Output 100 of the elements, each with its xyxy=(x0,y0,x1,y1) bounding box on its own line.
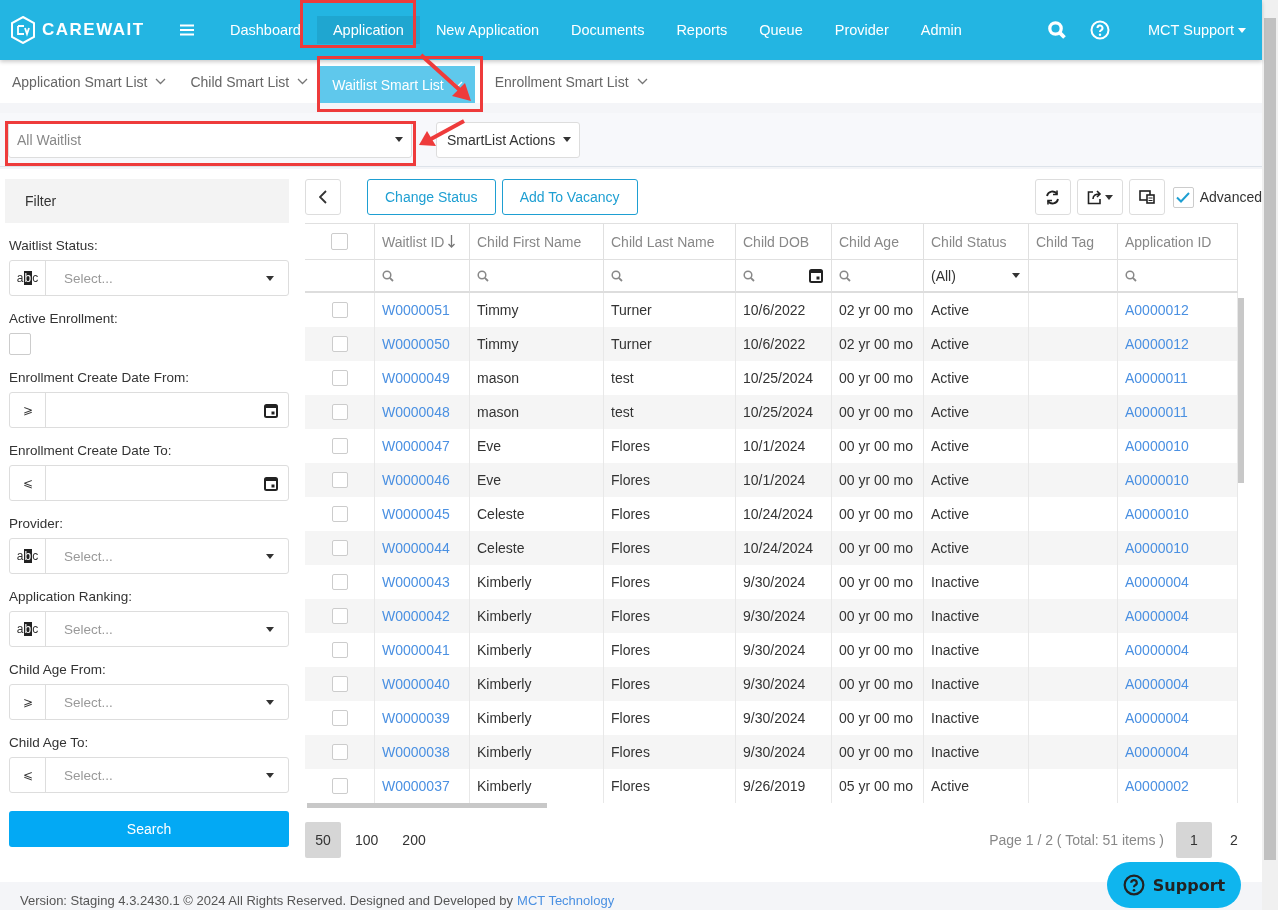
row-checkbox[interactable] xyxy=(331,642,348,658)
smart-list-tab[interactable]: Application Smart List xyxy=(0,60,179,103)
id-link[interactable]: A0000011 xyxy=(1125,404,1188,420)
id-link[interactable]: W0000041 xyxy=(382,642,450,658)
comparison-operator: ⩾ xyxy=(10,685,46,719)
column-header[interactable]: Child Tag xyxy=(1029,223,1118,259)
row-checkbox[interactable] xyxy=(331,676,348,692)
nav-link[interactable]: New Application xyxy=(419,16,556,44)
id-link[interactable]: W0000037 xyxy=(382,778,450,794)
row-checkbox[interactable] xyxy=(331,710,348,726)
id-link[interactable]: A0000010 xyxy=(1125,506,1189,522)
select-all-checkbox[interactable] xyxy=(331,233,348,250)
id-link[interactable]: W0000043 xyxy=(382,574,450,590)
id-link[interactable]: A0000012 xyxy=(1125,302,1189,318)
id-link[interactable]: W0000045 xyxy=(382,506,450,522)
row-checkbox[interactable] xyxy=(331,438,348,454)
nav-link[interactable]: Documents xyxy=(555,16,661,44)
action-button[interactable]: Add To Vacancy xyxy=(501,179,638,215)
id-link[interactable]: A0000004 xyxy=(1125,710,1189,726)
id-link[interactable]: W0000042 xyxy=(382,608,450,624)
select-field[interactable]: ⩽ Select... xyxy=(9,757,289,793)
row-checkbox[interactable] xyxy=(331,744,348,760)
id-link[interactable]: A0000010 xyxy=(1125,540,1189,556)
column-header[interactable]: Child Status xyxy=(924,223,1029,259)
page-button[interactable]: 2 xyxy=(1216,822,1252,858)
page-button[interactable]: 1 xyxy=(1176,822,1212,858)
row-checkbox[interactable] xyxy=(331,574,348,590)
nav-link[interactable]: Dashboard xyxy=(214,16,317,44)
footer-link[interactable]: MCT Technology xyxy=(517,893,615,908)
column-header[interactable]: Waitlist ID xyxy=(375,223,470,259)
id-link[interactable]: W0000040 xyxy=(382,676,450,692)
nav-link[interactable]: Provider xyxy=(818,16,905,44)
advanced-checkbox[interactable] xyxy=(1172,186,1194,208)
id-link[interactable]: A0000004 xyxy=(1125,642,1189,658)
column-chooser-button[interactable] xyxy=(1128,179,1165,215)
id-link[interactable]: A0000004 xyxy=(1125,574,1189,590)
id-link[interactable]: A0000011 xyxy=(1125,370,1188,386)
horizontal-scrollbar[interactable] xyxy=(307,803,547,808)
id-link[interactable]: A0000004 xyxy=(1125,676,1189,692)
back-button[interactable] xyxy=(305,179,341,215)
id-link[interactable]: A0000004 xyxy=(1125,608,1189,624)
row-checkbox[interactable] xyxy=(331,506,348,522)
id-link[interactable]: W0000048 xyxy=(382,404,450,420)
id-link[interactable]: A0000010 xyxy=(1125,472,1189,488)
support-button[interactable]: Support xyxy=(1107,862,1241,908)
page-size-button[interactable]: 100 xyxy=(345,822,389,858)
caret-icon xyxy=(266,772,274,778)
row-checkbox[interactable] xyxy=(331,608,348,624)
nav-link[interactable]: Admin xyxy=(904,16,978,44)
row-checkbox[interactable] xyxy=(331,370,348,386)
id-link[interactable]: W0000039 xyxy=(382,710,450,726)
nav-link[interactable]: Reports xyxy=(660,16,744,44)
nav-link[interactable]: Queue xyxy=(743,16,819,44)
nav-link[interactable]: Application xyxy=(316,16,420,44)
search-button[interactable]: Search xyxy=(9,811,289,847)
select-field[interactable]: abc Select... xyxy=(9,538,289,574)
date-field[interactable]: ⩽ xyxy=(9,465,289,501)
help-icon[interactable] xyxy=(1090,20,1111,40)
column-header[interactable]: Child DOB xyxy=(736,223,832,259)
smart-list-tab[interactable]: Waitlist Smart List xyxy=(320,66,475,103)
id-link[interactable]: A0000004 xyxy=(1125,744,1189,760)
id-link[interactable]: W0000038 xyxy=(382,744,450,760)
column-header[interactable]: Child Last Name xyxy=(604,223,736,259)
id-link[interactable]: W0000050 xyxy=(382,336,450,352)
id-link[interactable]: A0000010 xyxy=(1125,438,1189,454)
table-cell: Inactive xyxy=(924,667,1029,701)
column-header[interactable]: Child First Name xyxy=(470,223,604,259)
row-checkbox[interactable] xyxy=(331,778,348,794)
smart-list-tab[interactable]: Enrollment Smart List xyxy=(482,60,660,103)
row-checkbox[interactable] xyxy=(331,472,348,488)
id-link[interactable]: W0000046 xyxy=(382,472,450,488)
id-link[interactable]: W0000047 xyxy=(382,438,450,454)
id-link[interactable]: W0000044 xyxy=(382,540,450,556)
id-link[interactable]: W0000049 xyxy=(382,370,450,386)
id-link[interactable]: A0000012 xyxy=(1125,336,1189,352)
row-checkbox[interactable] xyxy=(331,404,348,420)
id-link[interactable]: W0000051 xyxy=(382,302,450,318)
column-header[interactable]: Child Age xyxy=(832,223,924,259)
column-header[interactable]: Application ID xyxy=(1118,223,1238,259)
row-checkbox[interactable] xyxy=(331,336,348,352)
select-field[interactable]: ⩾ Select... xyxy=(9,684,289,720)
page-size-button[interactable]: 200 xyxy=(392,822,436,858)
date-field[interactable]: ⩾ xyxy=(9,392,289,428)
action-button[interactable]: Change Status xyxy=(367,179,496,215)
smartlist-actions-button[interactable]: SmartList Actions xyxy=(436,121,581,158)
chevron-down-icon xyxy=(297,78,309,85)
refresh-button[interactable] xyxy=(1034,179,1071,215)
id-link[interactable]: A0000002 xyxy=(1125,778,1189,794)
page-size-button[interactable]: 50 xyxy=(305,822,341,858)
select-field[interactable]: abc Select... xyxy=(9,260,289,296)
user-menu[interactable]: MCT Support xyxy=(1148,22,1246,38)
page-scrollbar[interactable] xyxy=(1264,18,1276,860)
vertical-scrollbar[interactable] xyxy=(1238,298,1244,483)
select-field[interactable]: abc Select... xyxy=(9,611,289,647)
menu-icon[interactable] xyxy=(180,24,194,36)
row-checkbox[interactable] xyxy=(331,302,348,318)
smart-list-tab[interactable]: Child Smart List xyxy=(178,60,321,103)
export-button[interactable] xyxy=(1076,179,1123,215)
filter-checkbox[interactable] xyxy=(9,333,31,355)
row-checkbox[interactable] xyxy=(331,540,348,556)
